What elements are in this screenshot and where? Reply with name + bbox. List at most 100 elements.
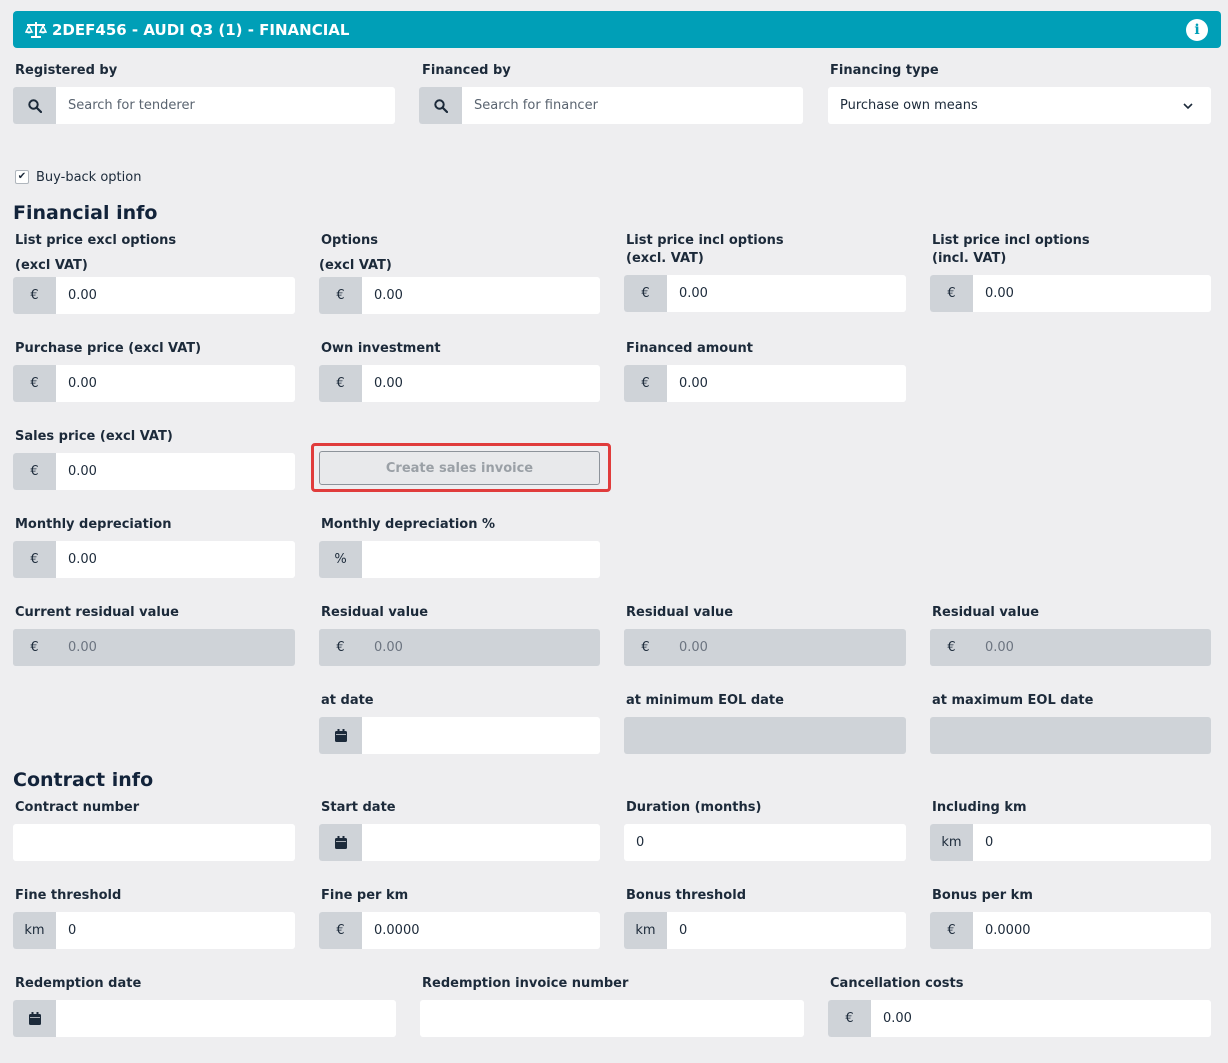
fine-threshold-label: Fine threshold: [15, 888, 122, 903]
contract-number-field[interactable]: [13, 824, 295, 861]
list-price-excl-field[interactable]: € 0.00: [13, 277, 295, 314]
bonus-threshold-field[interactable]: km 0: [624, 912, 906, 949]
sales-price-input[interactable]: 0.00: [56, 453, 295, 490]
calendar-icon[interactable]: [319, 824, 362, 861]
including-km-field[interactable]: km 0: [930, 824, 1211, 861]
at-min-eol-label: at minimum EOL date: [626, 693, 784, 708]
registered-by-field[interactable]: Search for tenderer: [13, 87, 395, 124]
list-price-excl-label-vat: (excl VAT): [15, 258, 88, 273]
bonus-per-km-input[interactable]: 0.0000: [973, 912, 1211, 949]
financed-amount-field[interactable]: € 0.00: [624, 365, 906, 402]
cancellation-costs-label: Cancellation costs: [830, 976, 964, 991]
euro-addon: €: [13, 541, 56, 578]
purchase-price-input[interactable]: 0.00: [56, 365, 295, 402]
financing-type-label: Financing type: [830, 63, 939, 78]
euro-addon: €: [13, 453, 56, 490]
cancellation-costs-field[interactable]: € 0.00: [828, 1000, 1211, 1037]
list-price-incl-incl-input[interactable]: 0.00: [973, 275, 1211, 312]
euro-addon: €: [828, 1000, 871, 1037]
calendar-icon[interactable]: [319, 717, 362, 754]
list-price-incl-excl-label: List price incl options: [626, 233, 784, 248]
at-date-input[interactable]: [362, 717, 600, 754]
financing-type-select[interactable]: Purchase own means: [828, 87, 1211, 124]
monthly-depreciation-pct-input[interactable]: [362, 541, 600, 578]
list-price-incl-excl-field[interactable]: € 0.00: [624, 275, 906, 312]
current-residual-field: € 0.00: [13, 629, 295, 666]
at-date-field[interactable]: [319, 717, 600, 754]
euro-addon: €: [930, 275, 973, 312]
residual-value-label: Residual value: [321, 605, 429, 620]
at-min-eol-value: [624, 717, 906, 754]
redemption-date-label: Redemption date: [15, 976, 142, 991]
options-input[interactable]: 0.00: [362, 277, 600, 314]
calendar-icon[interactable]: [13, 1000, 56, 1037]
bonus-per-km-field[interactable]: € 0.0000: [930, 912, 1211, 949]
euro-addon: €: [13, 365, 56, 402]
monthly-depreciation-pct-label: Monthly depreciation %: [321, 517, 496, 532]
buyback-checkbox[interactable]: ✔: [15, 170, 29, 184]
at-max-eol-field: [930, 717, 1211, 754]
redemption-invoice-label: Redemption invoice number: [422, 976, 629, 991]
redemption-date-input[interactable]: [56, 1000, 396, 1037]
chevron-down-icon: [1183, 103, 1193, 110]
euro-addon: €: [319, 629, 362, 666]
financing-type-value: Purchase own means: [840, 98, 978, 113]
fine-per-km-field[interactable]: € 0.0000: [319, 912, 600, 949]
financed-by-input[interactable]: Search for financer: [462, 87, 803, 124]
km-addon: km: [13, 912, 56, 949]
list-price-excl-input[interactable]: 0.00: [56, 277, 295, 314]
duration-field[interactable]: 0: [624, 824, 906, 861]
euro-addon: €: [624, 629, 667, 666]
euro-addon: €: [319, 277, 362, 314]
list-price-incl-incl-label-vat: (incl. VAT): [932, 251, 1007, 266]
bonus-threshold-input[interactable]: 0: [667, 912, 906, 949]
financial-info-heading: Financial info: [13, 202, 158, 224]
cancellation-costs-input[interactable]: 0.00: [871, 1000, 1211, 1037]
residual-value-max: 0.00: [985, 640, 1014, 655]
at-date-label: at date: [321, 693, 374, 708]
search-icon: [13, 87, 56, 124]
options-field[interactable]: € 0.00: [319, 277, 600, 314]
options-label: Options: [321, 233, 378, 248]
create-sales-invoice-button[interactable]: Create sales invoice: [319, 451, 600, 485]
km-addon: km: [930, 824, 973, 861]
monthly-depreciation-field[interactable]: € 0.00: [13, 541, 295, 578]
list-price-incl-excl-label-vat: (excl. VAT): [626, 251, 704, 266]
euro-addon: €: [930, 629, 973, 666]
own-investment-input[interactable]: 0.00: [362, 365, 600, 402]
list-price-incl-incl-field[interactable]: € 0.00: [930, 275, 1211, 312]
info-icon[interactable]: i: [1186, 19, 1208, 41]
registered-by-input[interactable]: Search for tenderer: [56, 87, 395, 124]
fine-threshold-input[interactable]: 0: [56, 912, 295, 949]
redemption-invoice-input[interactable]: [420, 1000, 804, 1037]
at-max-eol-value: [930, 717, 1211, 754]
own-investment-label: Own investment: [321, 341, 441, 356]
purchase-price-label: Purchase price (excl VAT): [15, 341, 202, 356]
fine-per-km-input[interactable]: 0.0000: [362, 912, 600, 949]
financed-amount-input[interactable]: 0.00: [667, 365, 906, 402]
sales-price-field[interactable]: € 0.00: [13, 453, 295, 490]
euro-addon: €: [319, 365, 362, 402]
fine-threshold-field[interactable]: km 0: [13, 912, 295, 949]
own-investment-field[interactable]: € 0.00: [319, 365, 600, 402]
financed-by-field[interactable]: Search for financer: [419, 87, 803, 124]
redemption-invoice-field[interactable]: [420, 1000, 804, 1037]
start-date-input[interactable]: [362, 824, 600, 861]
residual-value-max-field: € 0.00: [930, 629, 1211, 666]
sales-price-label: Sales price (excl VAT): [15, 429, 173, 444]
including-km-input[interactable]: 0: [973, 824, 1211, 861]
monthly-depreciation-label: Monthly depreciation: [15, 517, 172, 532]
contract-number-input[interactable]: [13, 824, 295, 861]
monthly-depreciation-input[interactable]: 0.00: [56, 541, 295, 578]
residual-value-min-field: € 0.00: [624, 629, 906, 666]
duration-input[interactable]: 0: [624, 824, 906, 861]
redemption-date-field[interactable]: [13, 1000, 396, 1037]
fine-per-km-label: Fine per km: [321, 888, 409, 903]
list-price-incl-incl-label: List price incl options: [932, 233, 1090, 248]
purchase-price-field[interactable]: € 0.00: [13, 365, 295, 402]
list-price-incl-excl-input[interactable]: 0.00: [667, 275, 906, 312]
euro-addon: €: [13, 277, 56, 314]
start-date-field[interactable]: [319, 824, 600, 861]
list-price-excl-label: List price excl options: [15, 233, 177, 248]
monthly-depreciation-pct-field[interactable]: %: [319, 541, 600, 578]
